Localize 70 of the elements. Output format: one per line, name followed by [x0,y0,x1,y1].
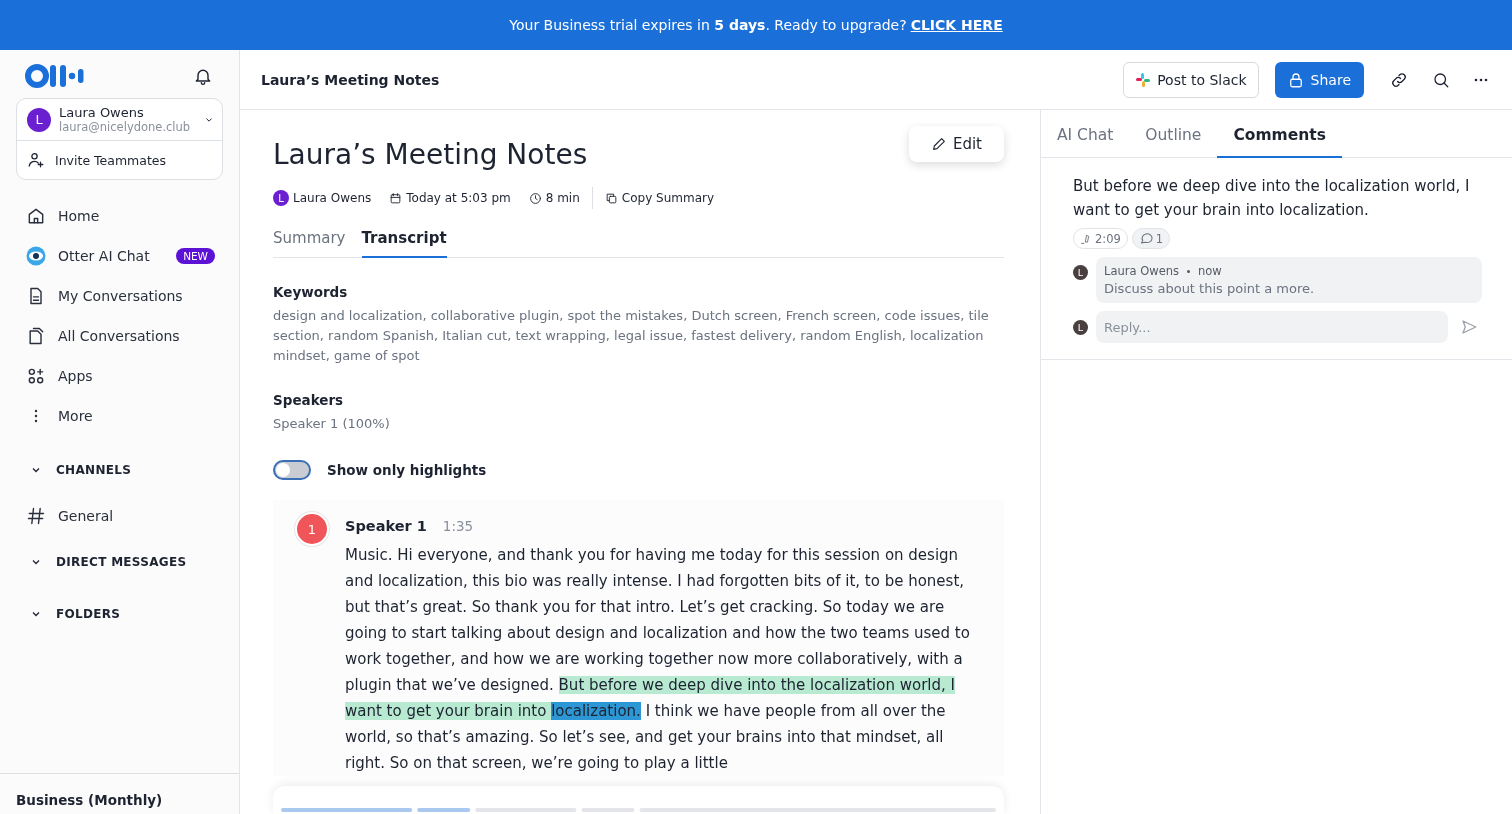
share-button[interactable]: Share [1274,61,1364,98]
duration-label: 8 min [545,191,580,205]
edit-button[interactable]: Edit [908,126,1004,162]
copy-summary-button[interactable]: Copy Summary [604,191,715,205]
keywords-heading: Keywords [273,284,349,300]
avatar: L [273,190,289,206]
section-header[interactable]: DIRECT MESSAGES [0,536,239,588]
avatar: L [1073,265,1088,280]
note-title: Laura’s Meeting Notes [273,138,588,171]
speaker-name: Speaker 1 [345,518,427,534]
send-icon [1460,318,1478,336]
note-tab[interactable]: Transcript [361,221,447,258]
comment-text: Discuss about this point a more. [1104,281,1316,296]
upgrade-link[interactable]: CLICK HERE [910,17,1003,33]
copy-icon [604,191,618,205]
author-name: Laura Owens [293,191,372,205]
timestamp-chip[interactable]: 2:09 [1073,228,1128,249]
speakers-text: Speaker 1 (100%) [273,415,391,433]
invite-button[interactable]: Invite Teammates [17,141,222,179]
more-icon [34,409,38,423]
avatar: L [1073,319,1088,335]
nav-item[interactable]: My Conversations [0,276,239,316]
channel-item[interactable]: General [0,496,239,536]
nav-item[interactable]: All Conversations [0,316,239,356]
documents-icon [26,326,46,346]
quoted-text: But before we deep dive into the localization world, I want to get your brain into localization. [1073,176,1471,221]
logo-icon [25,63,85,89]
eye-icon [26,246,46,266]
nav-item[interactable]: Home [0,196,239,236]
comment-time: now [1198,264,1222,278]
add-user-icon [27,151,45,169]
nav-item[interactable]: Otter AI Chat NEW [0,236,239,276]
highlights-toggle[interactable] [273,460,311,480]
plan-label: Business (Monthly) [0,773,239,814]
account-name: Laura Owens [59,105,145,120]
transcript-text: Music. Hi everyone, and thank you for having me today for this session on design and localization, this bio was really intense. I had forgotten bits of it, to be honest, but that’s great. So thank you for that intro. Let’s get cracking. So today we are going to start talking about design and localization and how the two teams used to work together, and how we are working together now more collaboratively, with a plugin that we’ve designed. But before we deep dive into the localization world, I want to get your brain into localization. I think we have people from all over the world, so that’s amazing. So let’s see, and get your brains into that mindset, all right. So on that screen, we’re going to play a little [345,545,971,774]
comment-count-chip[interactable]: 1 [1131,228,1171,249]
toggle-label: Show only highlights [327,462,487,478]
search-icon [1432,70,1450,89]
clock-icon [528,191,542,205]
reply-field[interactable]: Reply... [1096,311,1448,343]
section-header[interactable]: CHANNELS [0,444,239,496]
slack-icon [1135,71,1152,88]
link-icon [1390,70,1408,89]
calendar-icon [389,191,403,205]
home-icon [26,206,46,226]
account-email: laura@nicelydone.club [59,120,191,134]
page-title: Laura’s Meeting Notes [261,71,441,88]
nav-item[interactable]: Apps [0,356,239,396]
panel-tab[interactable]: Comments [1217,110,1342,158]
date-label: Today at 5:03 pm [406,191,511,205]
keywords-text: design and localization, collaborative plugin, spot the mistakes, Dutch screen, French screen, code issues, tile section, random Spanish, Italian cut, text wrapping, legal issue, fastest delivery, random English, localization mindset, game of spot [273,307,990,365]
more-icon [1474,77,1488,82]
comment-icon [1138,231,1154,246]
panel-tab[interactable]: Outline [1129,110,1218,158]
note-tab[interactable]: Summary [273,221,346,258]
pencil-icon [930,136,947,152]
new-badge: NEW [176,248,215,264]
hash-icon [26,506,46,526]
post-to-slack-button[interactable]: Post to Slack [1123,61,1259,98]
section-header[interactable]: FOLDERS [0,588,239,640]
avatar: L [27,107,51,132]
panel-tab[interactable]: AI Chat [1041,110,1130,158]
timestamp: 1:35 [442,518,474,534]
speakers-heading: Speakers [273,392,345,408]
speaker-badge: 1 [295,512,329,546]
nav-item[interactable]: More [0,396,239,436]
comment-author: Laura Owens [1104,264,1179,278]
trial-message: Your Business trial expires in 5 days. Ready to upgrade? [509,17,907,33]
apps-icon [26,366,46,386]
